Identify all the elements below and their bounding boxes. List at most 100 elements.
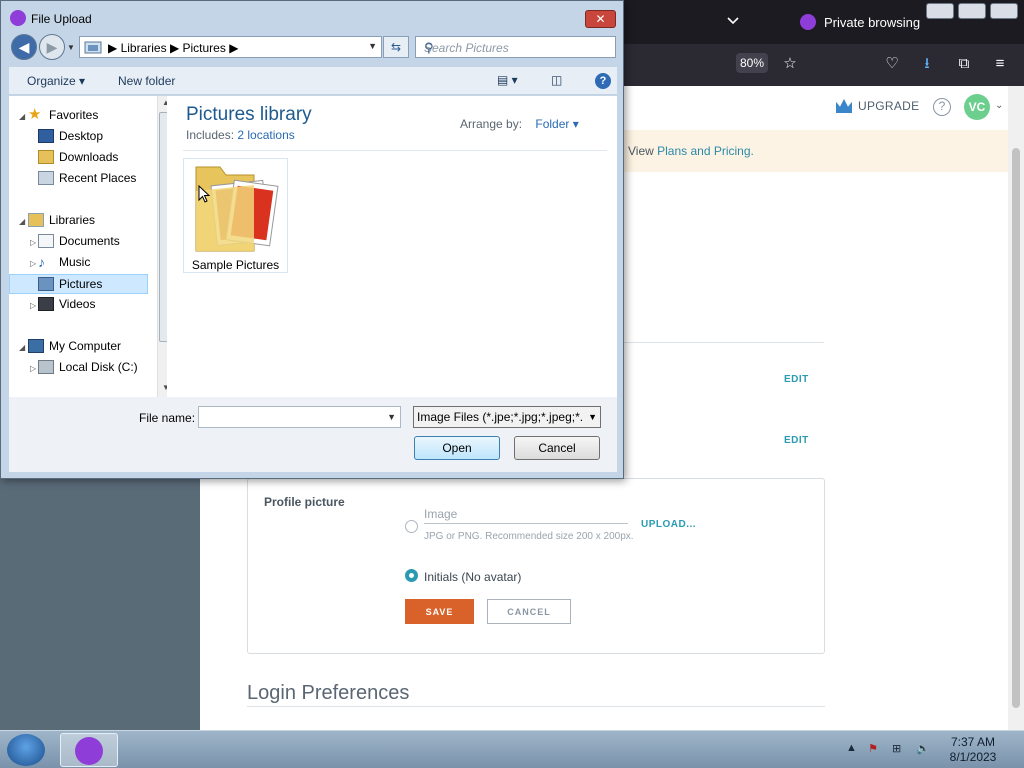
nav-label: Pictures (59, 277, 103, 291)
scrollbar-thumb[interactable] (1012, 148, 1020, 708)
network-icon[interactable]: ⊞ (892, 742, 901, 755)
extensions-icon[interactable]: ⧉ (956, 56, 972, 72)
preview-pane-icon[interactable]: ◫ (551, 73, 562, 87)
profile-picture-card: Profile picture Image JPG or PNG. Recomm… (247, 478, 825, 654)
plans-pricing-link[interactable]: Plans and Pricing. (657, 144, 754, 158)
open-button[interactable]: Open (414, 436, 500, 460)
close-window-button[interactable] (990, 3, 1018, 19)
folder-icon (195, 166, 279, 252)
taskbar: ▲ ⚑ ⊞ 🔈 7:37 AM 8/1/2023 (0, 730, 1024, 768)
avatar-chevron-icon[interactable]: ⌄ (995, 100, 1003, 111)
file-name-dropdown-icon[interactable]: ▼ (387, 412, 396, 422)
start-button[interactable] (7, 734, 45, 766)
collapse-icon[interactable]: ◢ (19, 343, 25, 352)
nav-local-disk[interactable]: Local Disk (C:) (38, 360, 138, 374)
address-dropdown-icon[interactable]: ▼ (368, 41, 377, 51)
image-radio[interactable] (405, 520, 418, 533)
dialog-title: File Upload (31, 12, 92, 26)
nav-label: Music (59, 255, 91, 269)
nav-my-computer[interactable]: My Computer (28, 339, 121, 353)
save-button[interactable]: SAVE (405, 599, 474, 624)
collapse-icon[interactable]: ◢ (19, 217, 25, 226)
clock[interactable]: 7:37 AM 8/1/2023 (940, 735, 1006, 765)
download-icon[interactable]: ⭳ (919, 56, 935, 72)
file-type-select[interactable]: Image Files (*.jpe;*.jpg;*.jpeg;*. ▼ (413, 406, 601, 428)
zoom-level[interactable]: 80% (736, 53, 769, 73)
taskbar-browser-button[interactable] (60, 733, 118, 767)
dialog-footer: File name: ▼ Image Files (*.jpe;*.jpg;*.… (9, 397, 617, 472)
back-button[interactable]: ◀ (11, 34, 37, 60)
documents-icon (38, 234, 54, 248)
nav-label: Videos (59, 297, 96, 311)
breadcrumb-separator: ▶ (229, 41, 239, 55)
nav-desktop[interactable]: Desktop (38, 129, 103, 143)
view-options-icon[interactable]: ▤ ▾ (497, 73, 518, 87)
show-hidden-icons-icon[interactable]: ▲ (846, 742, 857, 754)
upgrade-link[interactable]: UPGRADE (836, 99, 919, 113)
refresh-icon[interactable]: ⇆ (383, 36, 409, 58)
folder-item[interactable]: Sample Pictures (183, 158, 288, 273)
private-browsing-indicator: Private browsing (800, 14, 920, 30)
cancel-button[interactable]: Cancel (514, 436, 600, 460)
file-type-value: Image Files (*.jpe;*.jpg;*.jpeg;*. (417, 410, 584, 424)
private-mask-icon (800, 14, 816, 30)
breadcrumb-pictures[interactable]: Pictures (183, 41, 226, 55)
recent-places-icon (38, 171, 54, 185)
arrange-by-dropdown[interactable]: Folder ▾ (535, 117, 578, 131)
chevron-down-icon[interactable] (727, 14, 739, 26)
pocket-icon[interactable]: ♡ (884, 56, 900, 72)
nav-documents[interactable]: Documents (38, 234, 120, 248)
expand-icon[interactable]: ▷ (30, 301, 36, 310)
initials-radio[interactable] (405, 569, 418, 582)
breadcrumb: ▶ Libraries ▶ Pictures ▶ (108, 41, 238, 55)
collapse-icon[interactable]: ◢ (19, 112, 25, 121)
private-browsing-label: Private browsing (824, 14, 921, 30)
nav-recent-places[interactable]: Recent Places (38, 171, 136, 185)
forward-button[interactable]: ▶ (39, 34, 65, 60)
nav-libraries[interactable]: Libraries (28, 213, 95, 227)
search-input[interactable]: Search Pictures ⚲ (415, 36, 616, 58)
avatar[interactable]: VC (964, 94, 990, 120)
recent-pages-chevron-icon[interactable]: ▼ (67, 43, 75, 52)
help-icon[interactable]: ? (933, 98, 951, 116)
nav-music[interactable]: ♪ Music (38, 255, 90, 269)
star-icon[interactable]: ☆ (782, 56, 798, 72)
nav-pictures[interactable]: Pictures (9, 274, 148, 294)
nav-downloads[interactable]: Downloads (38, 150, 118, 164)
menu-icon[interactable]: ≡ (992, 56, 1008, 72)
cancel-button[interactable]: CANCEL (487, 599, 571, 624)
address-bar[interactable]: ▶ Libraries ▶ Pictures ▶ ▼ (79, 36, 382, 58)
close-icon[interactable]: ✕ (585, 10, 616, 28)
organize-button[interactable]: Organize ▾ (27, 74, 85, 88)
edit-link[interactable]: EDIT (784, 374, 809, 385)
desktop-icon (38, 129, 54, 143)
upload-link[interactable]: UPLOAD... (641, 519, 696, 530)
breadcrumb-libraries[interactable]: Libraries (121, 41, 167, 55)
expand-icon[interactable]: ▷ (30, 259, 36, 268)
help-icon[interactable]: ? (595, 73, 611, 89)
expand-icon[interactable]: ▷ (30, 238, 36, 247)
restore-button[interactable] (958, 3, 986, 19)
expand-icon[interactable]: ▷ (30, 364, 36, 373)
nav-label: Local Disk (C:) (59, 360, 138, 374)
folder-label: Sample Pictures (191, 258, 280, 272)
file-type-dropdown-icon: ▼ (586, 412, 597, 422)
banner-text: View (628, 144, 658, 158)
arrange-by: Arrange by: Folder ▾ (460, 117, 579, 131)
clock-time: 7:37 AM (950, 735, 996, 749)
file-name-input[interactable]: ▼ (198, 406, 401, 428)
action-center-icon[interactable]: ⚑ (868, 742, 878, 755)
nav-videos[interactable]: Videos (38, 297, 95, 311)
locations-link[interactable]: 2 locations (237, 128, 294, 142)
minimize-button[interactable] (926, 3, 954, 19)
new-folder-button[interactable]: New folder (118, 74, 175, 88)
volume-icon[interactable]: 🔈 (916, 742, 930, 755)
login-preferences-heading: Login Preferences (247, 682, 410, 704)
file-name-label: File name: (139, 411, 196, 425)
file-list-pane: Pictures library Includes: 2 locations A… (167, 96, 617, 397)
edit-link[interactable]: EDIT (784, 435, 809, 446)
pictures-folder-icon (84, 41, 102, 54)
page-scrollbar[interactable] (1008, 86, 1024, 730)
command-bar: Organize ▾ New folder ▤ ▾ ◫ ? (9, 67, 617, 95)
nav-favorites[interactable]: ★ Favorites (28, 107, 98, 122)
